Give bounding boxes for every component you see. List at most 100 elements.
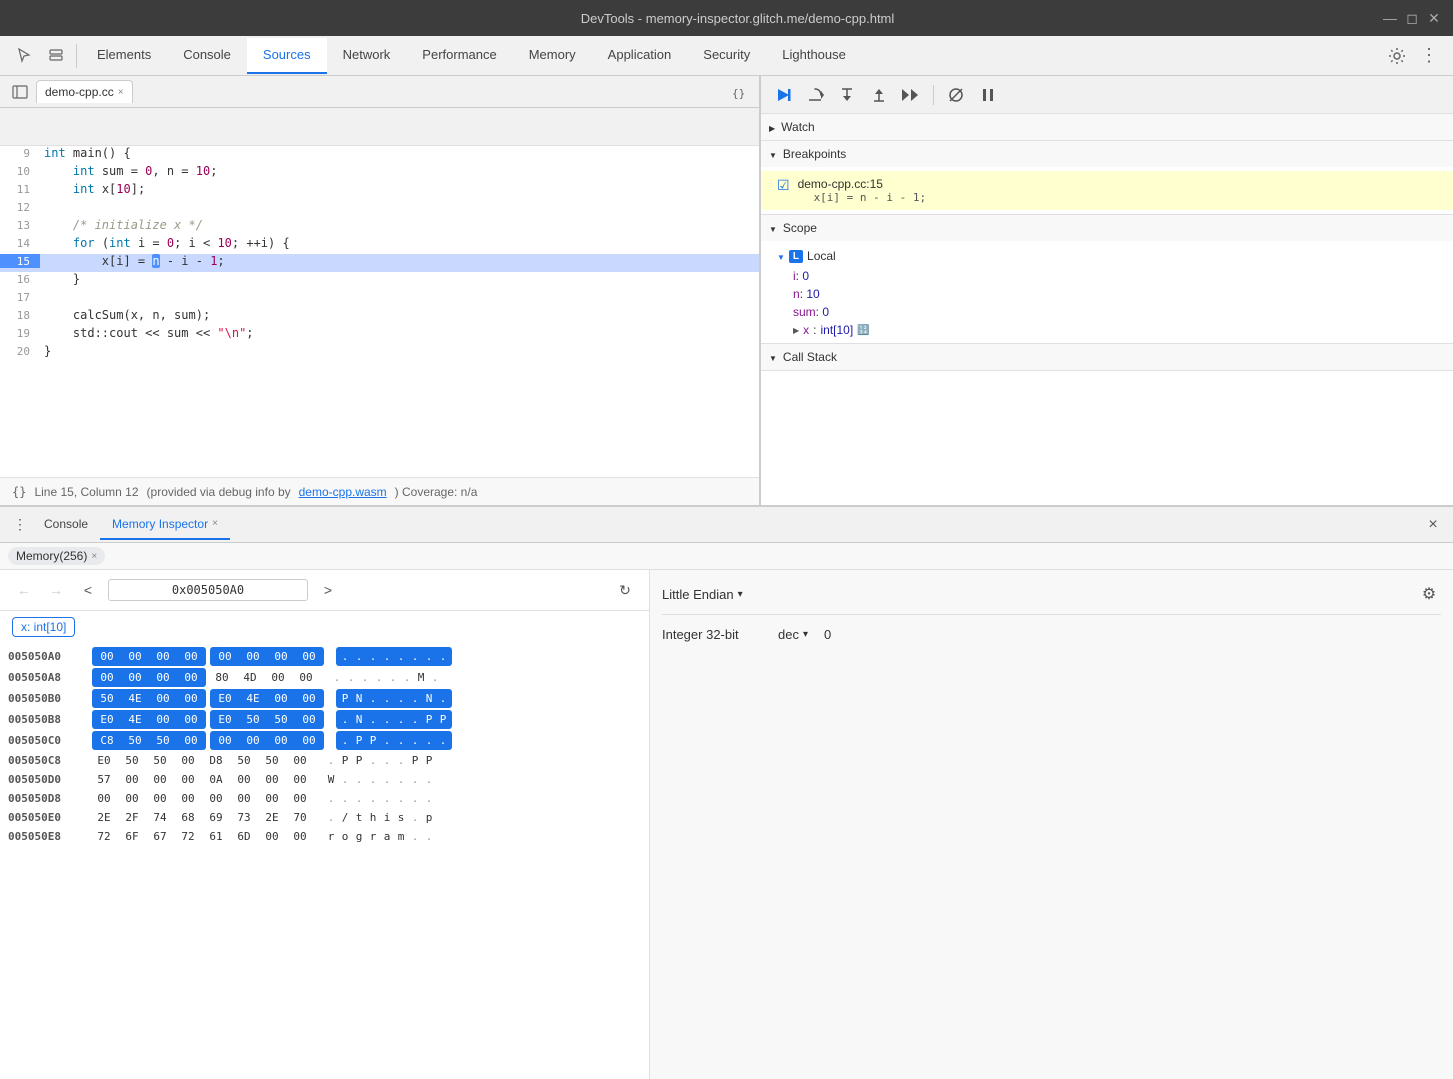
mem-byte[interactable]: D8 bbox=[204, 752, 228, 769]
local-scope-header[interactable]: L Local bbox=[761, 245, 1453, 267]
mem-byte[interactable]: 00 bbox=[148, 771, 172, 788]
mem-byte[interactable]: 2E bbox=[260, 809, 284, 826]
page-next-button[interactable]: > bbox=[316, 578, 340, 602]
mem-byte[interactable]: 2E bbox=[92, 809, 116, 826]
mem-byte[interactable]: 50 bbox=[269, 711, 293, 728]
deactivate-breakpoints-button[interactable] bbox=[942, 81, 970, 109]
mem-byte[interactable]: 00 bbox=[176, 790, 200, 807]
mem-byte[interactable]: 00 bbox=[241, 648, 265, 665]
tab-elements[interactable]: Elements bbox=[81, 38, 167, 74]
mem-byte[interactable]: 00 bbox=[123, 648, 147, 665]
mem-byte[interactable]: 00 bbox=[297, 690, 321, 707]
mem-byte[interactable]: 00 bbox=[260, 790, 284, 807]
step-into-button[interactable] bbox=[833, 81, 861, 109]
minimize-button[interactable]: — bbox=[1383, 11, 1397, 25]
bottom-menu-icon[interactable]: ⋮ bbox=[8, 510, 32, 540]
step-out-button[interactable] bbox=[865, 81, 893, 109]
mem-byte[interactable]: 72 bbox=[92, 828, 116, 845]
mem-byte[interactable]: 00 bbox=[151, 648, 175, 665]
scope-header[interactable]: Scope bbox=[761, 215, 1453, 241]
mem-byte[interactable]: 00 bbox=[297, 648, 321, 665]
mem-byte[interactable]: 73 bbox=[232, 809, 256, 826]
tab-performance[interactable]: Performance bbox=[406, 38, 512, 74]
mem-byte[interactable]: 00 bbox=[95, 648, 119, 665]
mem-byte[interactable]: 00 bbox=[151, 669, 175, 686]
mem-byte[interactable]: 00 bbox=[269, 690, 293, 707]
wasm-link[interactable]: demo-cpp.wasm bbox=[299, 485, 387, 499]
mem-byte[interactable]: 00 bbox=[297, 711, 321, 728]
mem-byte[interactable]: 00 bbox=[179, 690, 203, 707]
mem-byte[interactable]: 00 bbox=[266, 669, 290, 686]
page-prev-button[interactable]: < bbox=[76, 578, 100, 602]
source-file-tab[interactable]: demo-cpp.cc × bbox=[36, 80, 133, 103]
mem-byte[interactable]: 50 bbox=[151, 732, 175, 749]
pause-on-exceptions-button[interactable] bbox=[974, 81, 1002, 109]
mem-byte[interactable]: 00 bbox=[288, 752, 312, 769]
x-expand-arrow[interactable] bbox=[793, 326, 799, 335]
watch-header[interactable]: Watch bbox=[761, 114, 1453, 140]
resume-button[interactable] bbox=[769, 81, 797, 109]
code-editor[interactable]: 9 int main() { 10 int sum = 0, n = 10; 1… bbox=[0, 146, 759, 477]
mem-byte[interactable]: E0 bbox=[213, 711, 237, 728]
endian-select[interactable]: Little Endian ▾ bbox=[662, 587, 743, 602]
mem-byte[interactable]: 00 bbox=[288, 828, 312, 845]
mem-byte[interactable]: E0 bbox=[213, 690, 237, 707]
mem-byte[interactable]: 4E bbox=[123, 690, 147, 707]
close-memory-tab-icon[interactable]: × bbox=[91, 551, 97, 562]
mem-byte[interactable]: 50 bbox=[120, 752, 144, 769]
tab-memory[interactable]: Memory bbox=[513, 38, 592, 74]
mem-byte[interactable]: 50 bbox=[123, 732, 147, 749]
history-forward-button[interactable]: → bbox=[44, 578, 68, 602]
mem-byte[interactable]: 00 bbox=[176, 771, 200, 788]
mem-byte[interactable]: 00 bbox=[288, 790, 312, 807]
breakpoints-header[interactable]: Breakpoints bbox=[761, 141, 1453, 167]
mem-byte[interactable]: 57 bbox=[92, 771, 116, 788]
mem-byte[interactable]: 00 bbox=[95, 669, 119, 686]
tab-sources[interactable]: Sources bbox=[247, 38, 327, 74]
mem-byte[interactable]: 00 bbox=[269, 732, 293, 749]
mem-byte[interactable]: 70 bbox=[288, 809, 312, 826]
close-file-icon[interactable]: × bbox=[118, 87, 124, 98]
memory-grid[interactable]: 005050A00000000000000000........005050A8… bbox=[0, 643, 649, 1079]
step-over-button[interactable] bbox=[801, 81, 829, 109]
mem-byte[interactable]: 00 bbox=[294, 669, 318, 686]
mem-byte[interactable]: 00 bbox=[179, 648, 203, 665]
mem-byte[interactable]: 00 bbox=[260, 828, 284, 845]
step-button[interactable] bbox=[897, 81, 925, 109]
memory-256-tab[interactable]: Memory(256) × bbox=[8, 547, 105, 565]
restore-button[interactable]: ◻ bbox=[1405, 11, 1419, 25]
mem-byte[interactable]: 00 bbox=[151, 690, 175, 707]
memory-settings-button[interactable]: ⚙ bbox=[1417, 582, 1441, 606]
mem-byte[interactable]: E0 bbox=[92, 752, 116, 769]
mem-byte[interactable]: 00 bbox=[179, 669, 203, 686]
close-window-button[interactable]: ✕ bbox=[1427, 11, 1441, 25]
mem-byte[interactable]: 67 bbox=[148, 828, 172, 845]
mem-byte[interactable]: 50 bbox=[95, 690, 119, 707]
mem-byte[interactable]: 50 bbox=[232, 752, 256, 769]
mem-byte[interactable]: 00 bbox=[179, 732, 203, 749]
mem-byte[interactable]: 50 bbox=[241, 711, 265, 728]
mem-byte[interactable]: 00 bbox=[176, 752, 200, 769]
tab-application[interactable]: Application bbox=[592, 38, 688, 74]
tab-memory-inspector[interactable]: Memory Inspector × bbox=[100, 510, 230, 540]
mem-byte[interactable]: 50 bbox=[260, 752, 284, 769]
tab-console[interactable]: Console bbox=[167, 38, 247, 74]
close-memory-inspector-icon[interactable]: × bbox=[212, 518, 218, 529]
mem-byte[interactable]: 00 bbox=[123, 669, 147, 686]
pretty-print-button[interactable]: {} bbox=[727, 80, 751, 104]
tab-security[interactable]: Security bbox=[687, 38, 766, 74]
mem-byte[interactable]: 00 bbox=[241, 732, 265, 749]
mem-byte[interactable]: 00 bbox=[288, 771, 312, 788]
mem-byte[interactable]: 00 bbox=[151, 711, 175, 728]
mem-byte[interactable]: 72 bbox=[176, 828, 200, 845]
mem-byte[interactable]: 4E bbox=[241, 690, 265, 707]
mem-byte[interactable]: 6D bbox=[232, 828, 256, 845]
mem-byte[interactable]: 50 bbox=[148, 752, 172, 769]
mem-byte[interactable]: 00 bbox=[232, 790, 256, 807]
mem-byte[interactable]: C8 bbox=[95, 732, 119, 749]
mem-byte[interactable]: 2F bbox=[120, 809, 144, 826]
toggle-sidebar-button[interactable] bbox=[8, 80, 32, 104]
mem-byte[interactable]: 00 bbox=[92, 790, 116, 807]
mem-byte[interactable]: 69 bbox=[204, 809, 228, 826]
history-back-button[interactable]: ← bbox=[12, 578, 36, 602]
